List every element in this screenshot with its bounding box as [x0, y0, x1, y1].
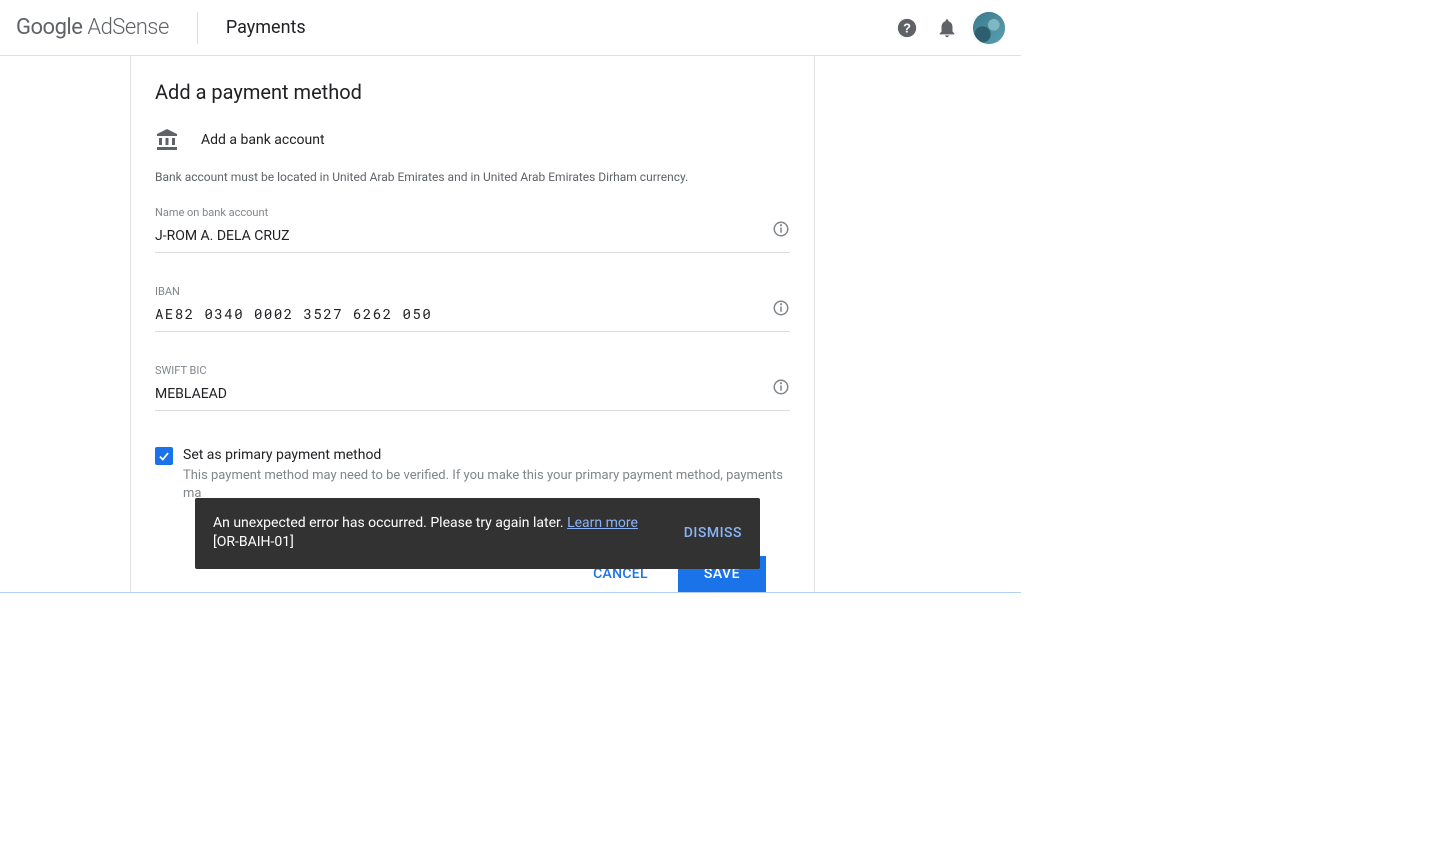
help-icon[interactable]: ? [887, 8, 927, 48]
bank-account-option[interactable]: Add a bank account [155, 128, 790, 152]
primary-payment-checkbox-area: Set as primary payment method This payme… [155, 447, 790, 503]
content-area: Add a payment method Add a bank account … [0, 56, 1021, 593]
error-code: [OR-BAIH-01] [213, 534, 294, 550]
swift-field: SWIFT BIC [155, 364, 790, 411]
checkbox-label: Set as primary payment method [183, 447, 790, 463]
info-icon[interactable] [772, 378, 790, 396]
name-field: Name on bank account [155, 206, 790, 253]
primary-payment-checkbox[interactable] [155, 447, 173, 465]
info-icon[interactable] [772, 220, 790, 238]
info-icon[interactable] [772, 299, 790, 317]
learn-more-link[interactable]: Learn more [567, 515, 638, 531]
location-note: Bank account must be located in United A… [155, 170, 790, 184]
name-field-label: Name on bank account [155, 206, 790, 219]
notifications-icon[interactable] [927, 8, 967, 48]
dismiss-button[interactable]: DISMISS [684, 525, 742, 541]
bank-icon [155, 128, 179, 152]
logo-google-text: Google [16, 15, 82, 40]
bank-account-label: Add a bank account [201, 132, 325, 148]
page-title: Payments [226, 17, 306, 38]
product-logo[interactable]: Google AdSense [16, 15, 169, 40]
payment-method-card: Add a payment method Add a bank account … [130, 56, 815, 592]
svg-text:?: ? [903, 20, 911, 35]
iban-input[interactable] [155, 304, 760, 323]
toast-message: An unexpected error has occurred. Please… [213, 515, 567, 531]
swift-field-label: SWIFT BIC [155, 364, 790, 377]
account-avatar[interactable] [973, 12, 1005, 44]
name-input[interactable] [155, 228, 760, 244]
header-divider [197, 12, 198, 44]
logo-adsense-text: AdSense [82, 15, 168, 40]
iban-field-label: IBAN [155, 285, 790, 298]
swift-input[interactable] [155, 386, 760, 402]
card-title: Add a payment method [155, 80, 790, 104]
app-header: Google AdSense Payments ? [0, 0, 1021, 56]
error-toast: An unexpected error has occurred. Please… [195, 498, 760, 569]
iban-field: IBAN [155, 285, 790, 332]
